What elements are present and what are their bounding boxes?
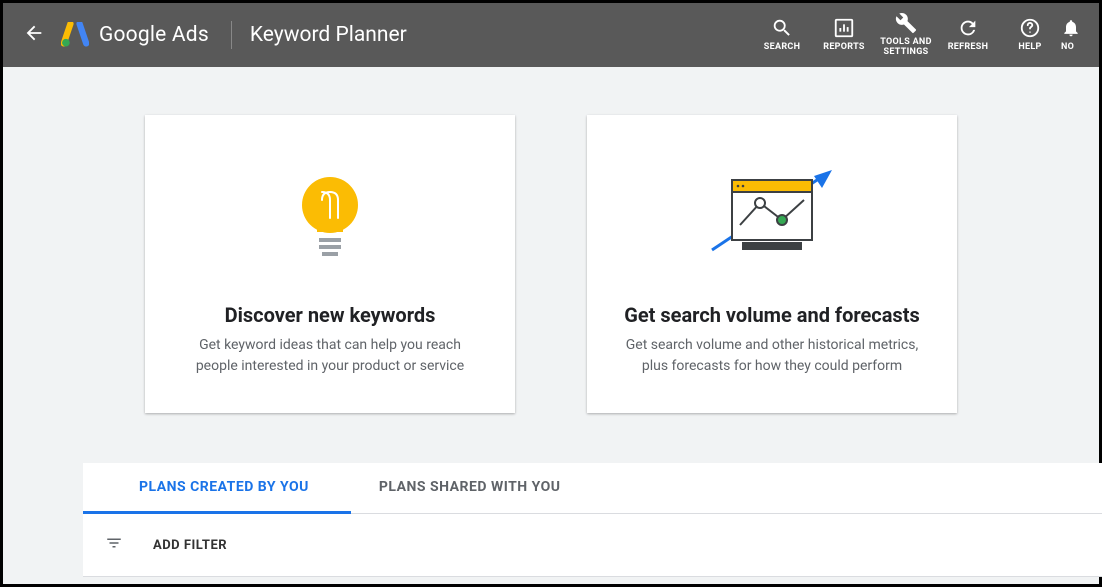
discover-desc: Get keyword ideas that can help you reac… — [175, 335, 485, 377]
chart-arrow-icon — [702, 165, 842, 275]
tools-settings-button[interactable]: TOOLS AND SETTINGS — [875, 12, 937, 58]
wrench-icon — [895, 12, 917, 34]
option-cards: Discover new keywords Get keyword ideas … — [145, 115, 957, 413]
lightbulb-icon — [295, 165, 365, 275]
filter-row: ADD FILTER — [83, 514, 1102, 577]
header-divider — [231, 21, 232, 49]
notifications-button[interactable]: NO — [1061, 17, 1091, 53]
back-arrow-button[interactable] — [19, 18, 49, 52]
tab-plans-shared[interactable]: PLANS SHARED WITH YOU — [351, 463, 589, 513]
refresh-button[interactable]: REFRESH — [937, 17, 999, 53]
product-name: Google Ads — [99, 23, 209, 47]
tab-plans-created[interactable]: PLANS CREATED BY YOU — [83, 463, 351, 514]
plans-tabs: PLANS CREATED BY YOU PLANS SHARED WITH Y… — [83, 463, 1102, 514]
bell-icon — [1061, 17, 1081, 39]
forecasts-title: Get search volume and forecasts — [624, 303, 920, 327]
discover-title: Discover new keywords — [225, 303, 436, 327]
refresh-icon — [957, 17, 979, 39]
search-button[interactable]: SEARCH — [751, 17, 813, 53]
main-content: Discover new keywords Get keyword ideas … — [3, 67, 1099, 577]
page-title: Keyword Planner — [250, 23, 407, 47]
forecasts-desc: Get search volume and other historical m… — [617, 335, 927, 377]
plans-panel: PLANS CREATED BY YOU PLANS SHARED WITH Y… — [83, 463, 1102, 577]
refresh-label: REFRESH — [948, 43, 989, 53]
add-filter-button[interactable]: ADD FILTER — [153, 538, 227, 553]
filter-icon — [105, 534, 123, 552]
reports-label: REPORTS — [823, 43, 865, 53]
tools-label: TOOLS AND SETTINGS — [875, 38, 937, 58]
help-label: HELP — [1018, 43, 1041, 53]
app-header: Google Ads Keyword Planner SEARCH REPORT… — [3, 3, 1099, 67]
filter-button[interactable] — [99, 528, 129, 562]
help-button[interactable]: HELP — [999, 17, 1061, 53]
google-ads-logo[interactable]: Google Ads — [61, 22, 209, 48]
notifications-label: NO — [1061, 43, 1074, 53]
forecasts-card[interactable]: Get search volume and forecasts Get sear… — [587, 115, 957, 413]
header-actions: SEARCH REPORTS TOOLS AND SETTINGS REFRES… — [751, 12, 1091, 58]
help-icon — [1019, 17, 1041, 39]
search-icon — [771, 17, 793, 39]
arrow-left-icon — [23, 22, 45, 44]
discover-keywords-card[interactable]: Discover new keywords Get keyword ideas … — [145, 115, 515, 413]
reports-button[interactable]: REPORTS — [813, 17, 875, 53]
search-label: SEARCH — [764, 43, 800, 53]
reports-icon — [833, 17, 855, 39]
ads-logo-icon — [61, 22, 89, 48]
